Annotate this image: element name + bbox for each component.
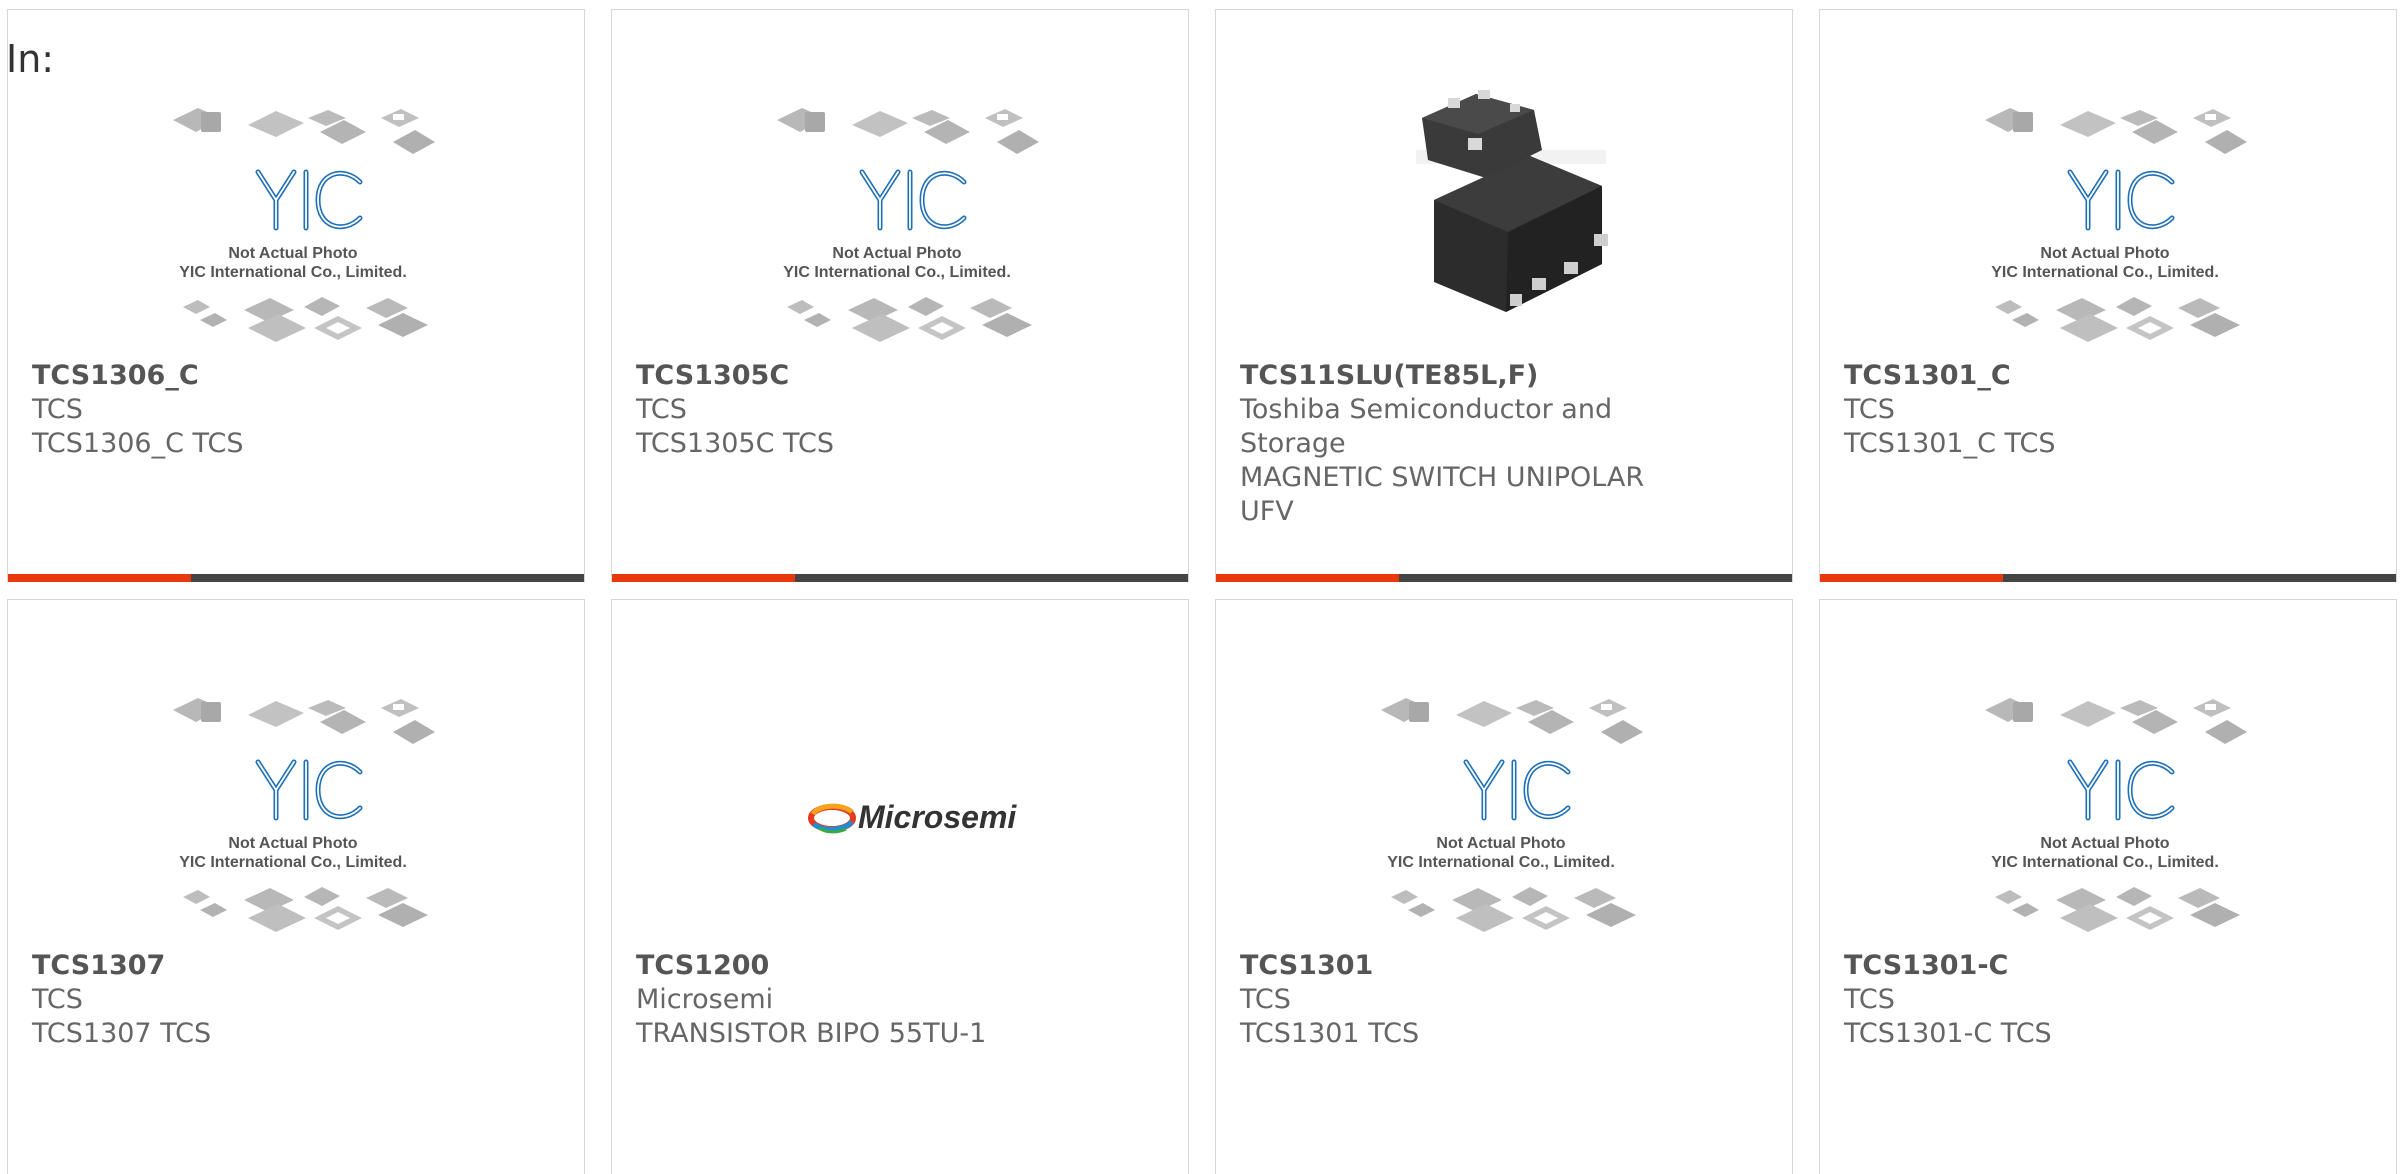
product-image[interactable]: Not Actual Photo YIC International Co., … (1820, 652, 2396, 952)
product-card[interactable]: Microsemi TCS1200 Microsemi TRANSISTOR B… (611, 599, 1189, 1174)
placeholder-text-line1: Not Actual Photo (1436, 835, 1565, 852)
manufacturer: TCS (1844, 984, 1895, 1015)
product-description: TCS1301 TCS (1240, 1018, 1420, 1049)
card-accent-stripe (8, 574, 584, 582)
yic-placeholder-image: Not Actual Photo YIC International Co., … (173, 108, 435, 342)
placeholder-text-line2: YIC International Co., Limited. (783, 264, 1011, 281)
part-number[interactable]: TCS1301 (1240, 949, 1660, 983)
product-description: TCS1306_C TCS (32, 428, 244, 459)
yic-placeholder-image: Not Actual Photo YIC International Co., … (1985, 698, 2247, 932)
placeholder-text-line2: YIC International Co., Limited. (179, 264, 407, 281)
part-number[interactable]: TCS11SLU(TE85L,F) (1240, 359, 1660, 393)
product-image[interactable]: Microsemi (612, 652, 1188, 952)
product-description: TCS1305C TCS (636, 428, 834, 459)
yic-placeholder-image: Not Actual Photo YIC International Co., … (1381, 698, 1643, 932)
microsemi-wordmark: Microsemi (858, 799, 1017, 835)
product-image[interactable]: Not Actual Photo YIC International Co., … (1216, 652, 1792, 952)
placeholder-text-line1: Not Actual Photo (2040, 835, 2169, 852)
product-description: TCS1301-C TCS (1844, 1018, 2052, 1049)
yic-logo-icon (2070, 762, 2172, 818)
product-info: TCS11SLU(TE85L,F) Toshiba Semiconductor … (1240, 359, 1660, 529)
placeholder-text-line1: Not Actual Photo (228, 245, 357, 262)
product-info: TCS1301-C TCS TCS1301-C TCS (1844, 949, 2264, 1051)
product-description: TCS1307 TCS (32, 1018, 212, 1049)
yic-placeholder-image: Not Actual Photo YIC International Co., … (173, 698, 435, 932)
product-card[interactable]: Not Actual Photo YIC International Co., … (611, 9, 1189, 582)
card-accent-stripe (612, 574, 1188, 582)
manufacturer: TCS (636, 394, 687, 425)
chip-packages-icon (173, 698, 435, 744)
part-number[interactable]: TCS1306_C (32, 359, 452, 393)
ufv-chip-photo (1416, 90, 1608, 312)
placeholder-text-line1: Not Actual Photo (2040, 245, 2169, 262)
product-info: TCS1305C TCS TCS1305C TCS (636, 359, 1056, 461)
card-accent-stripe (1820, 574, 2396, 582)
product-card[interactable]: TCS11SLU(TE85L,F) Toshiba Semiconductor … (1215, 9, 1793, 582)
product-card[interactable]: Not Actual Photo YIC International Co., … (7, 599, 585, 1174)
product-image[interactable] (1216, 62, 1792, 362)
chip-packages-icon (1995, 297, 2240, 342)
yic-placeholder-image: Not Actual Photo YIC International Co., … (1985, 108, 2247, 342)
chip-packages-icon (1391, 887, 1636, 932)
placeholder-text-line2: YIC International Co., Limited. (1991, 854, 2219, 871)
chip-packages-icon (1985, 108, 2247, 154)
part-number[interactable]: TCS1301-C (1844, 949, 2264, 983)
chip-packages-icon (1381, 698, 1643, 744)
placeholder-text-line1: Not Actual Photo (228, 835, 357, 852)
microsemi-logo: Microsemi (808, 799, 1017, 835)
yic-logo-icon (1466, 762, 1568, 818)
placeholder-text-line2: YIC International Co., Limited. (179, 854, 407, 871)
product-card[interactable]: Not Actual Photo YIC International Co., … (1819, 599, 2397, 1174)
product-grid: Not Actual Photo YIC International Co., … (0, 0, 2400, 1174)
chip-packages-icon (173, 108, 435, 154)
product-image[interactable]: Not Actual Photo YIC International Co., … (612, 62, 1188, 362)
chip-packages-icon (777, 108, 1039, 154)
product-description: MAGNETIC SWITCH UNIPOLAR UFV (1240, 462, 1645, 527)
product-card[interactable]: Not Actual Photo YIC International Co., … (7, 9, 585, 582)
yic-logo-icon (862, 172, 964, 228)
product-info: TCS1200 Microsemi TRANSISTOR BIPO 55TU-1 (636, 949, 1056, 1051)
part-number[interactable]: TCS1301_C (1844, 359, 2264, 393)
product-image[interactable]: Not Actual Photo YIC International Co., … (8, 652, 584, 952)
product-description: TCS1301_C TCS (1844, 428, 2056, 459)
product-image[interactable]: Not Actual Photo YIC International Co., … (1820, 62, 2396, 362)
yic-placeholder-image: Not Actual Photo YIC International Co., … (777, 108, 1039, 342)
product-description: TRANSISTOR BIPO 55TU-1 (636, 1018, 987, 1049)
manufacturer: TCS (32, 984, 83, 1015)
product-info: TCS1301_C TCS TCS1301_C TCS (1844, 359, 2264, 461)
manufacturer: TCS (32, 394, 83, 425)
manufacturer: TCS (1844, 394, 1895, 425)
manufacturer: TCS (1240, 984, 1291, 1015)
yic-logo-icon (2070, 172, 2172, 228)
chip-packages-icon (787, 297, 1032, 342)
placeholder-text-line2: YIC International Co., Limited. (1991, 264, 2219, 281)
placeholder-text-line1: Not Actual Photo (832, 245, 961, 262)
chip-packages-icon (1995, 887, 2240, 932)
part-number[interactable]: TCS1307 (32, 949, 452, 983)
chip-packages-icon (183, 887, 428, 932)
manufacturer: Microsemi (636, 984, 774, 1015)
product-info: TCS1306_C TCS TCS1306_C TCS (32, 359, 452, 461)
placeholder-text-line2: YIC International Co., Limited. (1387, 854, 1615, 871)
part-number[interactable]: TCS1305C (636, 359, 1056, 393)
card-accent-stripe (1216, 574, 1792, 582)
product-image[interactable]: Not Actual Photo YIC International Co., … (8, 62, 584, 362)
product-card[interactable]: Not Actual Photo YIC International Co., … (1215, 599, 1793, 1174)
product-info: TCS1301 TCS TCS1301 TCS (1240, 949, 1660, 1051)
yic-logo-icon (258, 172, 360, 228)
product-info: TCS1307 TCS TCS1307 TCS (32, 949, 452, 1051)
chip-packages-icon (183, 297, 428, 342)
chip-packages-icon (1985, 698, 2247, 744)
product-card[interactable]: Not Actual Photo YIC International Co., … (1819, 9, 2397, 582)
in-label: In: (6, 37, 55, 81)
part-number[interactable]: TCS1200 (636, 949, 1056, 983)
manufacturer: Toshiba Semiconductor and Storage (1240, 394, 1613, 459)
yic-logo-icon (258, 762, 360, 818)
